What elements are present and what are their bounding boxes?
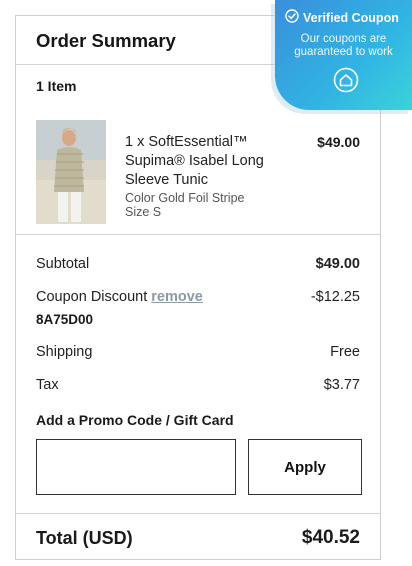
tax-value: $3.77: [323, 377, 360, 393]
verified-coupon-badge[interactable]: Verified Coupon Our coupons are guarante…: [275, 0, 412, 110]
promo-code-label: Add a Promo Code / Gift Card: [36, 412, 234, 428]
coupon-discount-value: -$12.25: [310, 289, 360, 305]
product-price: $49.00: [317, 134, 360, 150]
order-summary-title: Order Summary: [36, 30, 176, 51]
coupon-code: 8A75D00: [36, 312, 94, 327]
house-circle-icon: [333, 67, 359, 98]
check-circle-icon: [285, 9, 299, 26]
apply-button[interactable]: Apply: [248, 439, 362, 495]
remove-coupon-link[interactable]: remove: [151, 289, 203, 305]
divider: [16, 513, 380, 514]
verified-coupon-subtitle-line: Our coupons are: [300, 33, 387, 45]
verified-coupon-subtitle-line: guaranteed to work: [294, 46, 393, 58]
total-value: $40.52: [301, 527, 360, 548]
product-details: Color Gold Foil Stripe Size S: [125, 191, 245, 219]
verified-coupon-subtitle: Our coupons are guaranteed to work: [275, 33, 412, 59]
subtotal-value: $49.00: [315, 256, 360, 272]
tax-label: Tax: [36, 377, 59, 393]
item-count: 1 Item: [36, 78, 77, 94]
coupon-discount-row: Coupon Discount remove: [36, 289, 203, 305]
product-name: 1 x SoftEssential™ Supima® Isabel Long S…: [125, 134, 264, 188]
shipping-value: Free: [330, 344, 360, 360]
verified-coupon-title-row: Verified Coupon: [285, 9, 399, 26]
coupon-discount-label: Coupon Discount: [36, 289, 148, 305]
product-thumbnail: [36, 120, 106, 224]
divider: [16, 234, 380, 235]
promo-code-input[interactable]: [36, 439, 236, 495]
product-color: Color Gold Foil Stripe: [125, 191, 245, 205]
shipping-label: Shipping: [36, 344, 93, 360]
verified-coupon-title: Verified Coupon: [303, 10, 399, 25]
subtotal-label: Subtotal: [36, 256, 90, 272]
total-label: Total (USD): [36, 528, 133, 548]
product-size: Size S: [125, 205, 162, 219]
